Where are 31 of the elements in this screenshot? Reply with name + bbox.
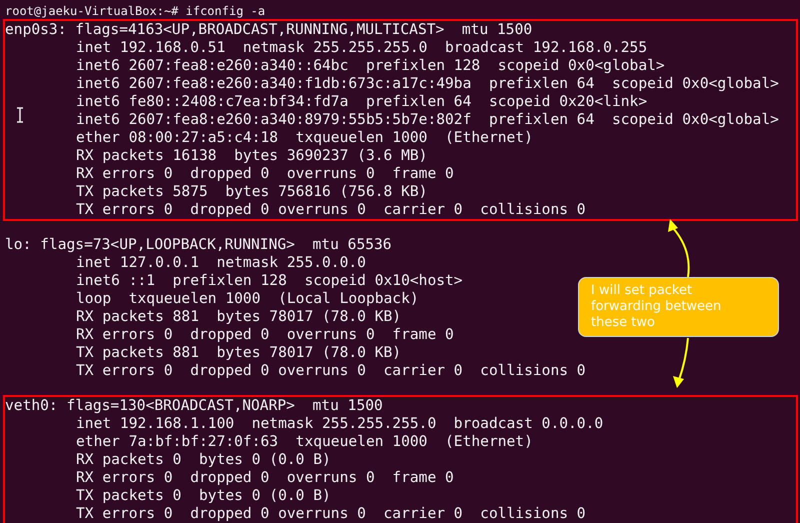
- arrow: [673, 338, 689, 388]
- output-line: lo: flags=73<UP,LOOPBACK,RUNNING> mtu 65536: [5, 236, 392, 254]
- output-line: RX errors 0 dropped 0 overruns 0 frame 0: [76, 165, 454, 183]
- output-line: TX errors 0 dropped 0 overruns 0 carrier 0 collisions 0: [76, 201, 586, 219]
- output-line: loop txqueuelen 1000 (Local Loopback): [76, 290, 419, 308]
- output-line: TX packets 5875 bytes 756816 (756.8 KB): [76, 183, 428, 201]
- output-line: RX errors 0 dropped 0 overruns 0 frame 0: [76, 469, 454, 487]
- output-line: TX packets 881 bytes 78017 (78.0 KB): [76, 344, 402, 362]
- output-line: RX packets 16138 bytes 3690237 (3.6 MB): [76, 147, 428, 165]
- output-line: RX packets 881 bytes 78017 (78.0 KB): [76, 308, 402, 326]
- output-line: inet6 2607:fea8:e260:a340:f1db:673c:a17c:49ba prefixlen 64 scopeid 0x0<global>: [76, 75, 779, 93]
- output-line: inet 127.0.0.1 netmask 255.0.0.0: [76, 254, 366, 272]
- output-line: inet 192.168.0.51 netmask 255.255.255.0 broadcast 192.168.0.255: [76, 39, 648, 57]
- output-line: TX errors 0 dropped 0 overruns 0 carrier 0 collisions 0: [76, 505, 586, 523]
- output-line: RX packets 0 bytes 0 (0.0 B): [76, 451, 331, 469]
- output-line: veth0: flags=130<BROADCAST,NOARP> mtu 1500: [5, 397, 383, 415]
- output-line: RX errors 0 dropped 0 overruns 0 frame 0: [76, 326, 454, 344]
- output-line: TX errors 0 dropped 0 overruns 0 carrier 0 collisions 0: [76, 362, 586, 380]
- output-line: inet6 fe80::2408:c7ea:bf34:fd7a prefixlen 64 scopeid 0x20<link>: [76, 93, 648, 111]
- output-line: inet 192.168.1.100 netmask 255.255.255.0 broadcast 0.0.0.0: [76, 415, 604, 433]
- output-line: inet6 2607:fea8:e260:a340::64bc prefixlen 128 scopeid 0x0<global>: [76, 57, 665, 75]
- text-cursor-icon: [16, 107, 24, 123]
- callout-note: I will set packet forwarding between these two: [578, 277, 779, 337]
- output-line: TX packets 0 bytes 0 (0.0 B): [76, 487, 331, 505]
- output-line: ether 7a:bf:bf:27:0f:63 txqueuelen 1000 (Ethernet): [76, 433, 533, 451]
- output-line: inet6 ::1 prefixlen 128 scopeid 0x10<host>: [76, 272, 463, 290]
- output-line: ether 08:00:27:a5:c4:18 txqueuelen 1000 (Ethernet): [76, 129, 533, 147]
- arrow: [668, 219, 690, 278]
- command-line: root@jaeku-VirtualBox:~# ifconfig -a: [5, 3, 266, 19]
- output-line: inet6 2607:fea8:e260:a340:8979:55b5:5b7e:802f prefixlen 64 scopeid 0x0<global>: [76, 111, 779, 129]
- output-line: enp0s3: flags=4163<UP,BROADCAST,RUNNING,MULTICAST> mtu 1500: [5, 21, 532, 39]
